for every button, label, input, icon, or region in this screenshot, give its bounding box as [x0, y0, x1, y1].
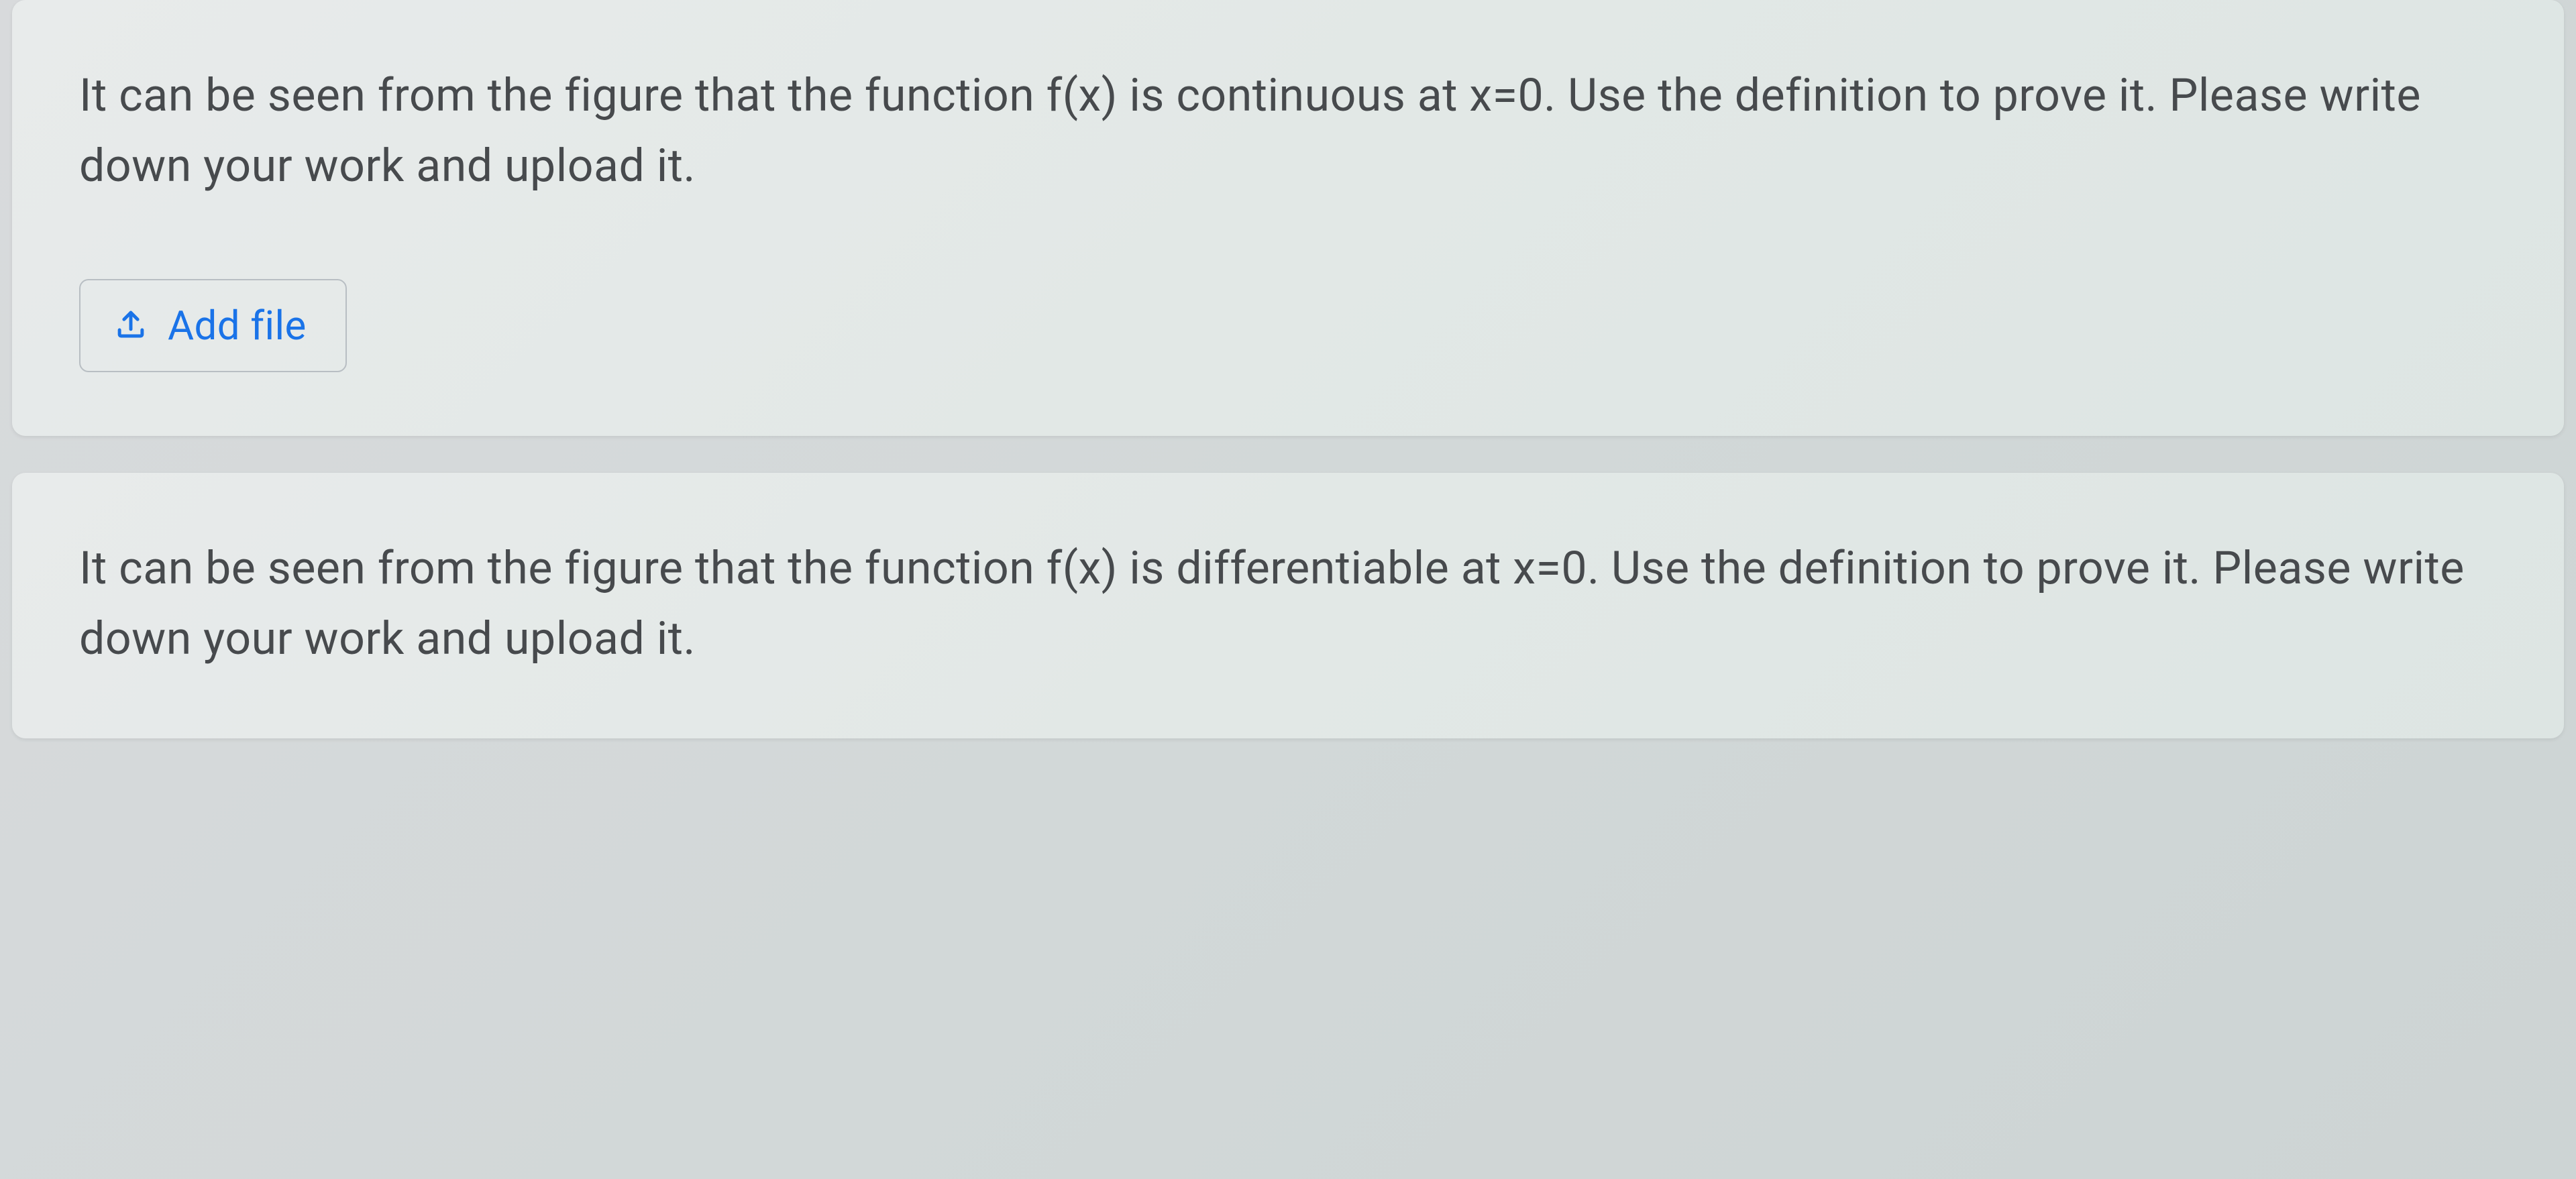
upload-icon — [113, 306, 149, 345]
form-wrapper: It can be seen from the figure that the … — [0, 0, 2576, 738]
question-card: It can be seen from the figure that the … — [12, 0, 2564, 436]
question-text: It can be seen from the figure that the … — [79, 60, 2497, 202]
add-file-button[interactable]: Add file — [79, 279, 347, 372]
question-text: It can be seen from the figure that the … — [79, 533, 2497, 675]
question-card: It can be seen from the figure that the … — [12, 473, 2564, 738]
add-file-label: Add file — [168, 302, 307, 349]
